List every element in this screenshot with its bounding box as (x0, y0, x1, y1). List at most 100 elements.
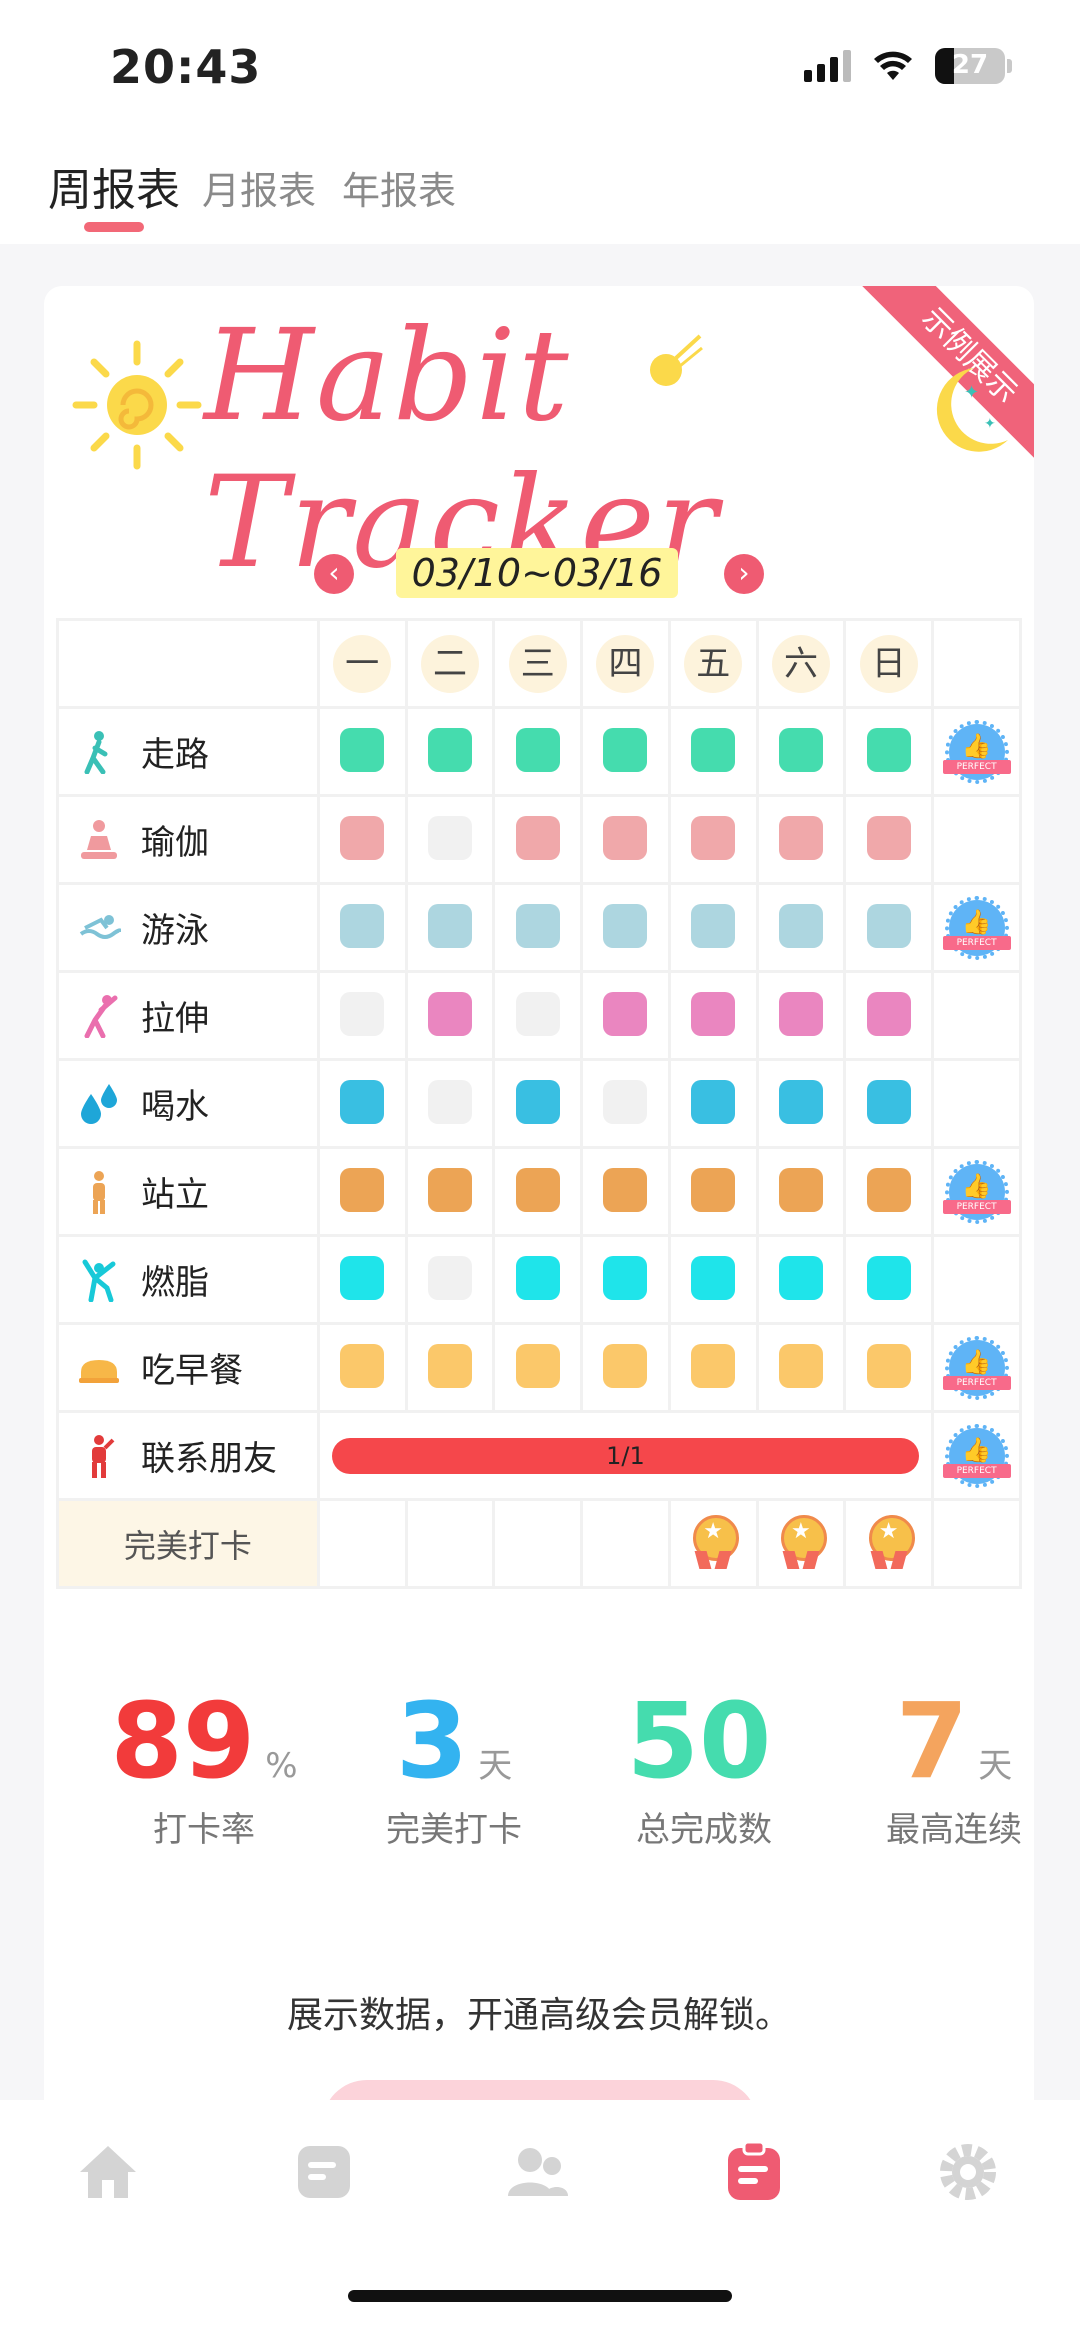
battery-icon: 27 (935, 48, 1005, 84)
perfect-badge-icon: 👍 PERFECT (942, 1423, 1011, 1488)
habit-day-cell[interactable] (667, 882, 759, 973)
habit-day-cell[interactable] (404, 970, 496, 1061)
habit-name: 站立 (141, 1175, 209, 1215)
habit-day-cell[interactable] (404, 706, 496, 797)
perfect-day-cell (843, 1498, 935, 1589)
perfect-day-cell (492, 1498, 584, 1589)
habit-day-cell[interactable] (316, 1058, 408, 1149)
habit-day-cell[interactable] (492, 794, 584, 885)
next-week-button[interactable]: › (724, 554, 764, 594)
notes-icon[interactable] (292, 2140, 356, 2204)
habit-day-cell[interactable] (843, 1322, 935, 1413)
habit-day-cell[interactable] (755, 1146, 847, 1237)
tab-yearly[interactable]: 年报表 (342, 160, 456, 215)
check-cell (427, 1167, 472, 1212)
check-cell (515, 1167, 560, 1212)
day-header: 一 (333, 634, 392, 693)
habit-day-cell[interactable] (404, 1058, 496, 1149)
habit-day-cell[interactable] (316, 882, 408, 973)
habit-day-cell[interactable] (404, 882, 496, 973)
habit-day-cell[interactable] (755, 1322, 847, 1413)
habit-name-cell: 燃脂 (56, 1234, 320, 1325)
habit-day-cell[interactable] (843, 706, 935, 797)
sun-icon (72, 340, 202, 470)
stats-panel: 89% 打卡率 3 天完美打卡 50 总完成数 7 天最高连续 (44, 1686, 1034, 1850)
habit-name-cell: 站立 (56, 1146, 320, 1237)
habit-day-cell[interactable] (667, 706, 759, 797)
habit-day-cell[interactable] (492, 1058, 584, 1149)
habit-day-cell[interactable] (843, 970, 935, 1061)
check-cell (866, 903, 911, 948)
habit-day-cell[interactable] (492, 882, 584, 973)
habit-day-cell[interactable] (580, 794, 671, 885)
habit-day-cell[interactable] (667, 1322, 759, 1413)
check-cell (427, 1255, 472, 1300)
habit-day-cell[interactable] (755, 970, 847, 1061)
habit-day-cell[interactable] (843, 1234, 935, 1325)
tab-weekly[interactable]: 周报表 (48, 154, 180, 218)
habit-day-cell[interactable] (316, 1322, 408, 1413)
habit-day-cell[interactable] (843, 1058, 935, 1149)
check-cell (691, 815, 736, 860)
signal-icon (804, 50, 851, 82)
check-cell (603, 1255, 648, 1300)
settings-icon[interactable] (936, 2140, 1000, 2204)
habit-day-cell[interactable] (316, 706, 408, 797)
habit-day-cell[interactable] (667, 970, 759, 1061)
habit-day-cell[interactable] (580, 1058, 671, 1149)
perfect-badge-icon: 👍 PERFECT (942, 719, 1011, 784)
progress-cell[interactable]: 1/1 (316, 1410, 935, 1501)
habit-day-cell[interactable] (404, 1322, 496, 1413)
svg-text:✦: ✦ (964, 382, 979, 403)
habit-day-cell[interactable] (667, 1234, 759, 1325)
habit-day-cell[interactable] (492, 1322, 584, 1413)
prev-week-button[interactable]: ‹ (314, 554, 354, 594)
check-cell (340, 1167, 385, 1212)
medal-icon (779, 1514, 827, 1569)
home-icon[interactable] (76, 2140, 140, 2204)
habit-day-cell[interactable] (492, 1146, 584, 1237)
habit-day-cell[interactable] (316, 970, 408, 1061)
perfect-day-cell (404, 1498, 496, 1589)
habit-day-cell[interactable] (667, 794, 759, 885)
day-header: 六 (772, 634, 830, 693)
habit-day-cell[interactable] (843, 794, 935, 885)
habit-day-cell[interactable] (492, 706, 584, 797)
habit-day-cell[interactable] (843, 1146, 935, 1237)
habit-day-cell[interactable] (667, 1146, 759, 1237)
day-header: 五 (684, 634, 743, 693)
habit-name-cell: 瑜伽 (56, 794, 320, 885)
habit-day-cell[interactable] (316, 1234, 408, 1325)
tab-monthly[interactable]: 月报表 (202, 160, 316, 215)
perfect-badge-text: PERFECT (942, 935, 1011, 950)
habit-day-cell[interactable] (580, 1234, 671, 1325)
habit-day-cell[interactable] (755, 794, 847, 885)
friends-icon[interactable] (506, 2140, 570, 2204)
perfect-badge-icon: 👍 PERFECT (942, 895, 1011, 960)
habit-day-cell[interactable] (755, 1234, 847, 1325)
bread-icon (77, 1346, 121, 1390)
habit-day-cell[interactable] (492, 970, 584, 1061)
habit-day-cell[interactable] (755, 1058, 847, 1149)
habit-day-cell[interactable] (316, 1146, 408, 1237)
habit-day-cell[interactable] (580, 1146, 671, 1237)
report-icon[interactable] (722, 2140, 786, 2204)
wifi-icon (874, 51, 912, 80)
habit-day-cell[interactable] (843, 882, 935, 973)
habit-grid: 一 二 三 四 五 六 日 走路 👍 PERFECT 瑜伽 游泳 👍 PERFECT 拉伸 喝水… (56, 618, 1022, 1589)
habit-day-cell[interactable] (667, 1058, 759, 1149)
habit-day-cell[interactable] (755, 706, 847, 797)
perfect-row: 完美打卡 (56, 1498, 1022, 1589)
habit-day-cell[interactable] (404, 1234, 496, 1325)
check-cell (515, 1255, 560, 1300)
habit-day-cell[interactable] (580, 970, 671, 1061)
habit-day-cell[interactable] (580, 882, 671, 973)
habit-day-cell[interactable] (404, 794, 496, 885)
habit-day-cell[interactable] (316, 794, 408, 885)
habit-day-cell[interactable] (755, 882, 847, 973)
habit-day-cell[interactable] (492, 1234, 584, 1325)
habit-day-cell[interactable] (404, 1146, 496, 1237)
habit-day-cell[interactable] (580, 1322, 671, 1413)
habit-day-cell[interactable] (580, 706, 671, 797)
status-time: 20:43 (110, 40, 262, 94)
